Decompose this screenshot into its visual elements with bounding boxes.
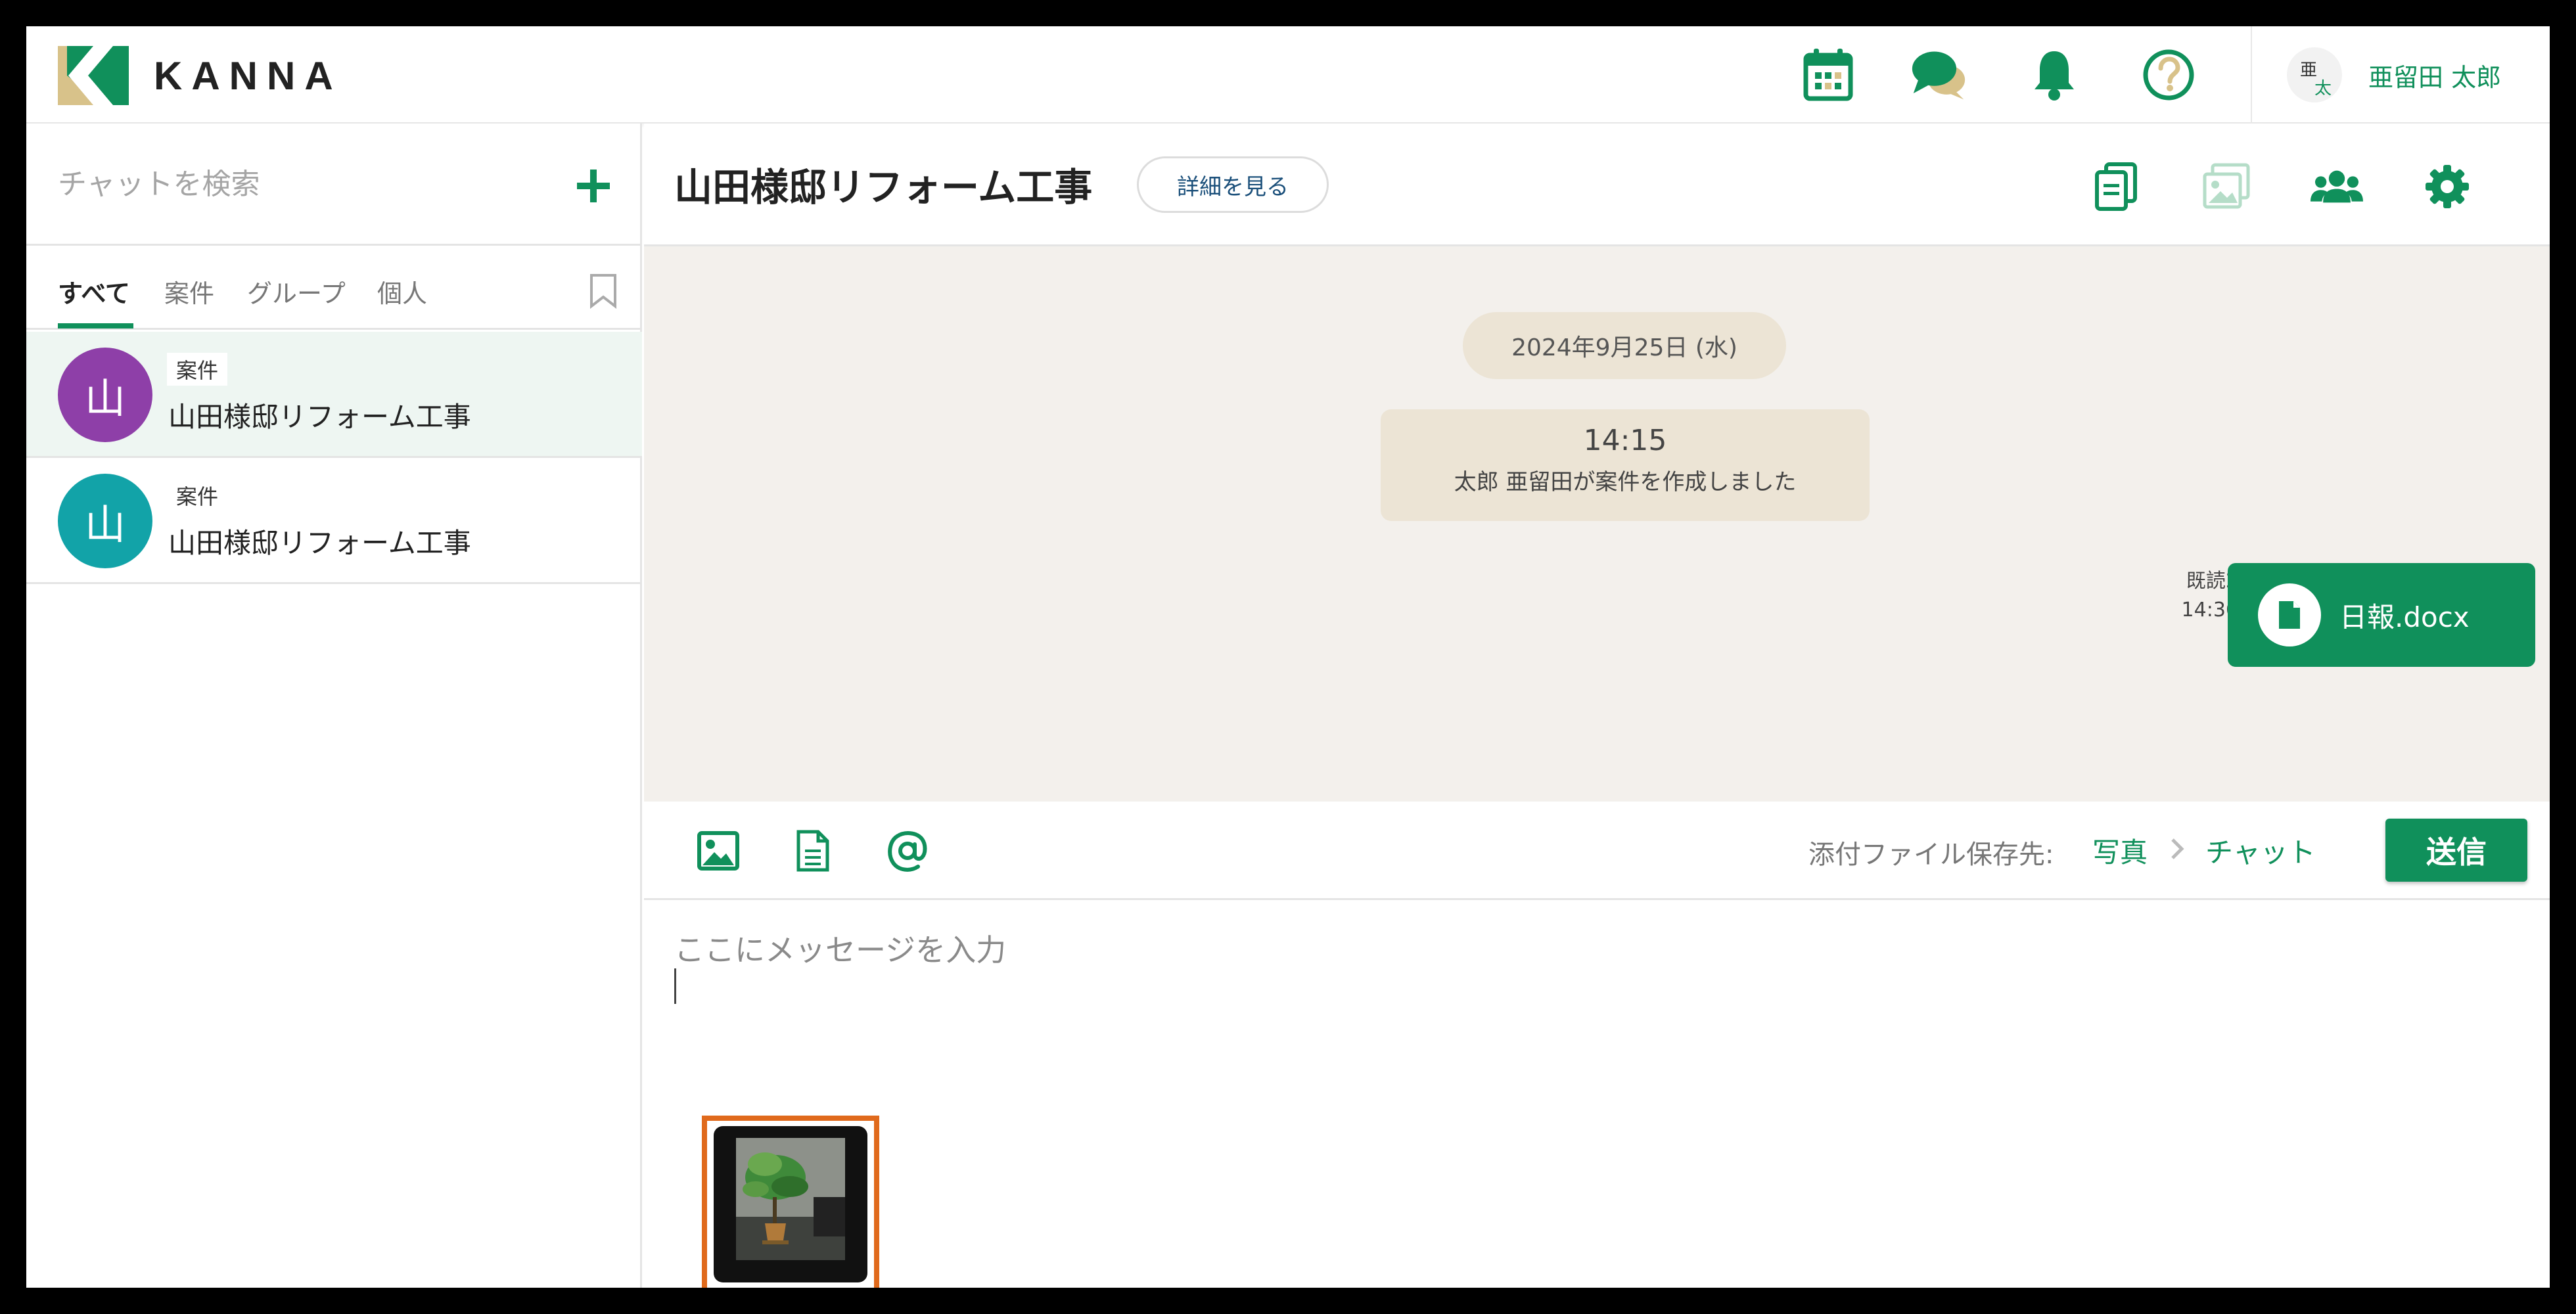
room-avatar: 山 [58,474,152,568]
message-list: 2024年9月25日 (水) 14:15 太郎 亜留田が案件を作成しました 既読… [644,246,2550,802]
tab-projects[interactable]: 案件 [164,273,214,309]
room-type-tag: 案件 [167,353,228,386]
message-input[interactable] [674,926,2514,1058]
file-message-bubble[interactable]: 日報.docx [2228,563,2535,667]
chat-main: 山田様邸リフォーム工事 詳細を見る 2024年9月25日 (水) 14:15 太… [644,124,2550,1288]
chat-header: 山田様邸リフォーム工事 詳細を見る [644,124,2550,246]
user-avatar: 亜 太 [2287,47,2342,102]
save-path-photos-link[interactable]: 写真 [2092,830,2148,871]
document-icon [2258,583,2321,646]
system-message-time: 14:15 [1583,424,1667,457]
date-divider: 2024年9月25日 (水) [1463,312,1786,379]
chevron-right-icon [2171,838,2184,859]
room-name: 山田様邸リフォーム工事 [168,401,471,433]
chat-room-item[interactable]: 山 案件 山田様邸リフォーム工事 [26,458,642,584]
chat-title: 山田様邸リフォーム工事 [674,165,1093,210]
bookmark-icon[interactable] [589,273,618,309]
user-name: 亜留田 太郎 [2368,62,2502,92]
members-icon[interactable] [2311,160,2363,213]
message-time: 14:36 [2181,599,2238,622]
chat-room-item[interactable]: 山 案件 山田様邸リフォーム工事 [26,332,642,458]
chat-sidebar: すべて 案件 グループ 個人 山 案件 山田様邸リフォーム工事 山 案件 山田様… [26,124,642,1288]
logo-text: KANNA [154,53,342,98]
header-divider [2251,26,2252,124]
tab-groups[interactable]: グループ [247,273,346,309]
view-details-button[interactable]: 詳細を見る [1137,156,1329,213]
chat-filter-tabs: すべて 案件 グループ 個人 [26,246,642,330]
message-meta: 既読2 14:36 [2142,567,2238,625]
chat-search-input[interactable] [58,162,518,206]
save-destination-label: 添付ファイル保存先: [1808,840,2054,870]
app-window: KANNA 亜 太 亜留田 太郎 チャットを検索 すべて 案件 グループ 個人 … [26,26,2550,1288]
help-icon[interactable] [2141,47,2196,102]
files-icon[interactable] [2090,160,2142,213]
avatar-char-bottom: 太 [2314,79,2332,99]
plant-photo-image [736,1138,845,1260]
send-button[interactable]: 送信 [2385,819,2527,882]
system-message-text: 太郎 亜留田が案件を作成しました [1454,469,1797,495]
tab-personal[interactable]: 個人 [377,273,427,309]
system-message: 14:15 太郎 亜留田が案件を作成しました [1381,409,1870,521]
composer-toolbar: 添付ファイル保存先: 写真 チャット 送信 [644,802,2550,900]
file-name: 日報.docx [2339,600,2470,633]
active-tab-indicator [58,323,133,328]
settings-gear-icon[interactable] [2421,160,2473,213]
thumbnail-frame [714,1126,867,1282]
save-path-chat-link[interactable]: チャット [2205,830,2316,871]
tab-all[interactable]: すべて [58,273,130,309]
add-chat-button[interactable] [572,164,615,208]
room-avatar: 山 [58,348,152,442]
read-count: 既読2 [2186,570,2238,593]
calendar-icon[interactable] [1801,47,1856,102]
attachment-thumbnail[interactable] [702,1116,879,1288]
mention-icon[interactable] [883,827,932,875]
kanna-logo[interactable]: KANNA [58,46,342,105]
attach-image-icon[interactable] [694,827,743,875]
bell-icon[interactable] [2027,47,2082,102]
chat-bubbles-icon[interactable] [1911,47,1966,102]
search-area [26,124,642,246]
attach-file-icon[interactable] [789,827,837,875]
user-menu[interactable]: 亜 太 亜留田 太郎 [2287,46,2501,104]
photos-icon[interactable] [2200,160,2253,213]
kanna-logo-icon [58,46,129,105]
top-header: KANNA 亜 太 亜留田 太郎 [26,26,2550,124]
room-type-tag: 案件 [167,479,228,512]
room-name: 山田様邸リフォーム工事 [168,527,471,559]
